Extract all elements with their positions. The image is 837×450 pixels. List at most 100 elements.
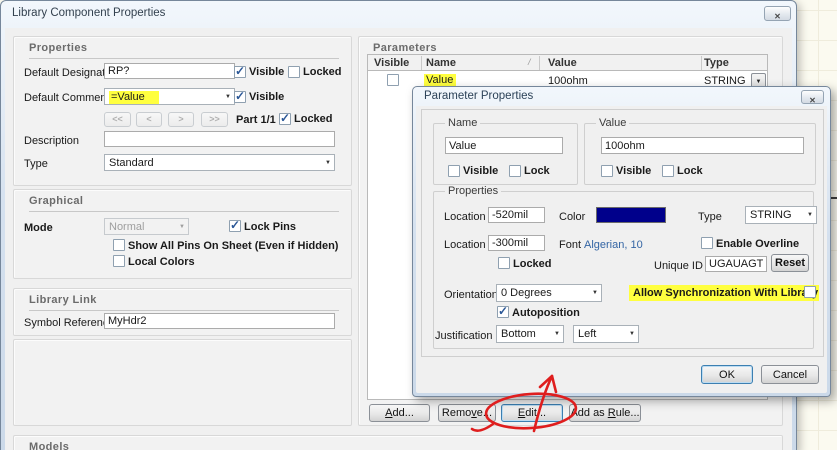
dropdown-arrow-icon: ▼ [592, 290, 598, 296]
edit-button[interactable]: Edit... [501, 404, 563, 422]
col-header-visible[interactable]: Visible [374, 57, 409, 69]
cancel-button[interactable]: Cancel [761, 365, 819, 384]
font-value-link[interactable]: Algerian, 10 [584, 239, 643, 251]
name-lock-label: Lock [524, 165, 550, 177]
description-input[interactable] [104, 131, 335, 147]
enable-overline-label: Enable Overline [716, 238, 800, 250]
dropdown-arrow-icon: ▼ [554, 331, 560, 337]
allow-sync-checkbox[interactable] [804, 286, 816, 298]
location-x-input[interactable] [488, 207, 545, 223]
remove-button[interactable]: Remove... [438, 404, 496, 422]
name-visible-checkbox[interactable] [448, 165, 460, 177]
symbol-reference-input[interactable] [104, 313, 335, 329]
default-comment-label: Default Comment [24, 92, 110, 104]
dropdown-arrow-icon: ▼ [325, 159, 331, 166]
color-label: Color [559, 211, 586, 223]
ok-button[interactable]: OK [701, 365, 753, 384]
type-label: Type [24, 158, 48, 170]
column-divider [539, 56, 540, 70]
dropdown-arrow-icon: ▼ [225, 93, 231, 100]
section-title: Graphical [29, 195, 84, 207]
autoposition-label: Autoposition [512, 307, 580, 319]
empty-section [13, 339, 352, 426]
value-visible-label: Visible [616, 165, 652, 177]
param-locked-checkbox[interactable] [498, 257, 510, 269]
param-value-input[interactable] [601, 137, 804, 154]
value-lock-label: Lock [677, 165, 703, 177]
sort-ascending-icon: / [528, 57, 531, 67]
name-visible-label: Visible [463, 165, 499, 177]
justification-vertical-value: Bottom [501, 328, 536, 340]
justification-horizontal-value: Left [578, 328, 597, 340]
default-designator-input[interactable] [104, 63, 235, 79]
close-button[interactable]: ✕ [764, 6, 791, 21]
comment-visible-checkbox[interactable] [234, 89, 246, 103]
justification-vertical-combo[interactable]: Bottom ▼ [496, 325, 564, 343]
add-button[interactable]: Add... [369, 404, 430, 422]
show-all-pins-label: Show All Pins On Sheet (Even if Hidden) [128, 240, 339, 252]
default-comment-combo[interactable]: =Value ▼ [104, 88, 235, 105]
part-prev-button[interactable]: < [136, 112, 162, 127]
row-visible-checkbox[interactable] [387, 74, 399, 86]
part-locked-checkbox[interactable] [279, 111, 291, 125]
column-divider [421, 56, 422, 70]
designator-locked-checkbox[interactable] [288, 66, 300, 78]
type-value: Standard [109, 157, 154, 169]
add-as-rule-button[interactable]: Add as Rule... [569, 404, 641, 422]
divider [29, 58, 339, 59]
mode-combo: Normal ▼ [104, 218, 189, 235]
enable-overline-checkbox[interactable] [701, 237, 713, 249]
lock-pins-checkbox[interactable] [229, 218, 241, 232]
param-type-value: STRING [750, 209, 792, 221]
col-header-type[interactable]: Type [704, 57, 729, 69]
group-legend: Properties [445, 185, 502, 197]
dropdown-arrow-icon: ▼ [807, 212, 813, 218]
mode-label: Mode [24, 222, 53, 234]
value-lock-checkbox[interactable] [662, 165, 674, 177]
location-y-input[interactable] [488, 235, 545, 251]
orientation-value: 0 Degrees [501, 287, 552, 299]
divider [29, 211, 339, 212]
group-legend: Name [445, 117, 481, 129]
autoposition-checkbox[interactable] [497, 304, 509, 318]
graphical-section: Graphical Mode Normal ▼ Lock Pins Show A… [13, 189, 352, 279]
description-label: Description [24, 135, 80, 147]
part-first-button[interactable]: << [104, 112, 131, 127]
part-locked-label: Locked [294, 113, 333, 125]
close-icon: ✕ [774, 12, 781, 21]
color-swatch[interactable] [596, 207, 666, 223]
dropdown-arrow-icon: ▼ [755, 79, 762, 85]
unique-id-input[interactable] [705, 256, 767, 272]
lock-pins-label: Lock Pins [244, 221, 296, 233]
close-button[interactable]: ✕ [801, 90, 824, 105]
section-title: Parameters [373, 42, 437, 54]
dialog-title: Parameter Properties [424, 90, 534, 102]
dropdown-arrow-icon: ▼ [629, 331, 635, 337]
font-label: Font [559, 239, 582, 251]
local-colors-label: Local Colors [128, 256, 195, 268]
part-indicator: Part 1/1 [236, 114, 276, 126]
value-visible-checkbox[interactable] [601, 165, 613, 177]
local-colors-checkbox[interactable] [113, 255, 125, 267]
name-lock-checkbox[interactable] [509, 165, 521, 177]
orientation-combo[interactable]: 0 Degrees ▼ [496, 284, 602, 302]
show-all-pins-checkbox[interactable] [113, 239, 125, 251]
param-type-label: Type [698, 211, 722, 223]
reset-button[interactable]: Reset [771, 254, 809, 272]
param-type-combo[interactable]: STRING ▼ [745, 206, 817, 224]
type-combo[interactable]: Standard ▼ [104, 154, 335, 171]
col-header-value[interactable]: Value [548, 57, 577, 69]
part-next-button[interactable]: > [168, 112, 194, 127]
mode-value: Normal [109, 221, 145, 233]
justification-horizontal-combo[interactable]: Left ▼ [573, 325, 639, 343]
designator-visible-checkbox[interactable] [234, 64, 246, 78]
screenshot-root: Library Component Properties ✕ Propertie… [0, 0, 837, 450]
part-last-button[interactable]: >> [201, 112, 228, 127]
symbol-reference-label: Symbol Reference [24, 317, 115, 329]
param-name-input[interactable] [445, 137, 563, 154]
allow-sync-label: Allow Synchronization With Library [633, 287, 819, 299]
orientation-label: Orientation [444, 289, 498, 301]
col-header-name[interactable]: Name [426, 57, 456, 69]
models-section: Models [13, 435, 783, 450]
comment-visible-label: Visible [249, 91, 285, 103]
